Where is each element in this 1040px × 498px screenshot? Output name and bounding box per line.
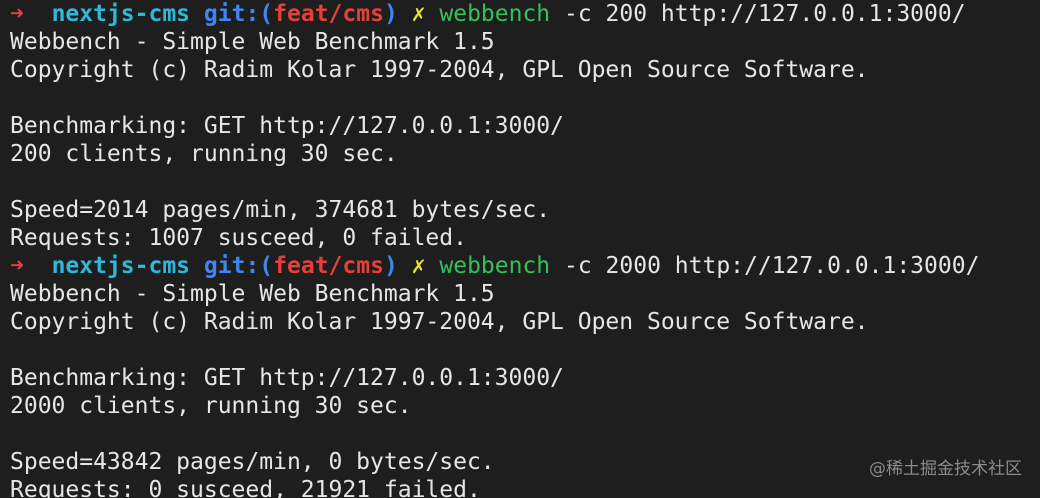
prompt-git-close: ) xyxy=(383,253,398,279)
output-copyright: Copyright (c) Radim Kolar 1997-2004, GPL… xyxy=(10,57,869,83)
output-banner: Webbench - Simple Web Benchmark 1.5 xyxy=(10,281,495,307)
command-args: -c 200 http://127.0.0.1:3000/ xyxy=(550,1,966,27)
prompt-line-1: ➜ nextjs-cms git:(feat/cms) ✗ webbench -… xyxy=(10,0,966,28)
prompt-arrow-icon: ➜ xyxy=(10,1,24,27)
command-name: webbench xyxy=(439,253,551,279)
prompt-git-open: git:( xyxy=(203,1,274,27)
dirty-mark-icon: ✗ xyxy=(411,253,426,279)
command-args: -c 2000 http://127.0.0.1:3000/ xyxy=(550,253,980,279)
prompt-branch: feat/cms xyxy=(273,253,384,279)
prompt-git-close: ) xyxy=(383,1,398,27)
output-banner: Webbench - Simple Web Benchmark 1.5 xyxy=(10,29,495,55)
output-speed: Speed=2014 pages/min, 374681 bytes/sec. xyxy=(10,197,551,223)
output-copyright: Copyright (c) Radim Kolar 1997-2004, GPL… xyxy=(10,309,869,335)
prompt-directory: nextjs-cms xyxy=(51,253,191,279)
prompt-line-2: ➜ nextjs-cms git:(feat/cms) ✗ webbench -… xyxy=(10,252,979,280)
output-speed: Speed=43842 pages/min, 0 bytes/sec. xyxy=(10,449,495,475)
output-benchmarking: Benchmarking: GET http://127.0.0.1:3000/ xyxy=(10,365,564,391)
output-requests: Requests: 1007 susceed, 0 failed. xyxy=(10,225,467,251)
prompt-directory: nextjs-cms xyxy=(51,1,191,27)
output-clients: 200 clients, running 30 sec. xyxy=(10,141,398,167)
prompt-git-open: git:( xyxy=(203,253,274,279)
output-clients: 2000 clients, running 30 sec. xyxy=(10,393,412,419)
prompt-branch: feat/cms xyxy=(273,1,384,27)
command-name: webbench xyxy=(439,1,551,27)
dirty-mark-icon: ✗ xyxy=(411,1,426,27)
terminal-window[interactable]: ➜ nextjs-cms git:(feat/cms) ✗ webbench -… xyxy=(0,0,1040,498)
output-requests: Requests: 0 susceed, 21921 failed. xyxy=(10,477,481,498)
watermark: @稀土掘金技术社区 xyxy=(869,459,1022,479)
output-benchmarking: Benchmarking: GET http://127.0.0.1:3000/ xyxy=(10,113,564,139)
prompt-arrow-icon: ➜ xyxy=(10,253,24,279)
